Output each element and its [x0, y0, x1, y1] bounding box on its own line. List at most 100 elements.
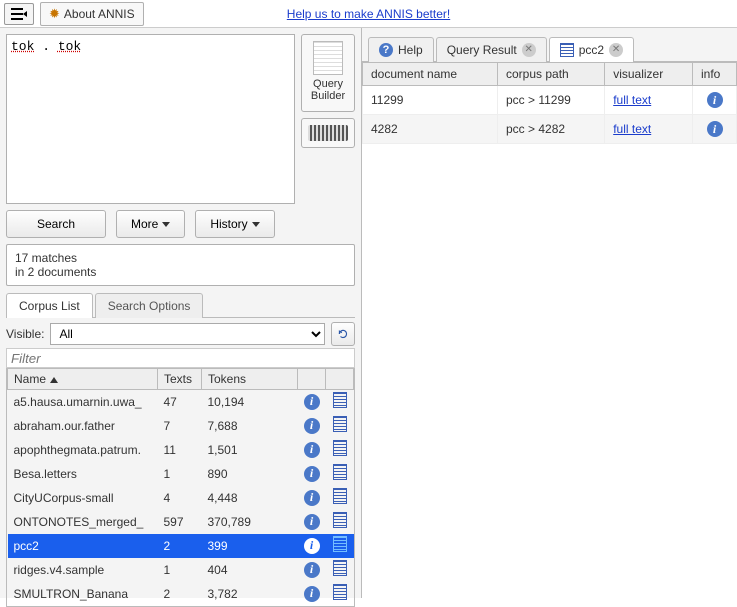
corpus-tokens: 890	[202, 462, 298, 486]
info-icon[interactable]: i	[304, 490, 320, 506]
info-icon[interactable]: i	[304, 394, 320, 410]
col-tokens[interactable]: Tokens	[202, 369, 298, 390]
query-builder-button[interactable]: QueryBuilder	[301, 34, 355, 112]
query-builder-label: QueryBuilder	[311, 78, 345, 102]
corpus-name: ridges.v4.sample	[8, 558, 158, 582]
more-button[interactable]: More	[116, 210, 185, 238]
close-icon[interactable]: ✕	[522, 43, 536, 57]
corpus-name: apophthegmata.patrum.	[8, 438, 158, 462]
visualizer-link[interactable]: full text	[613, 122, 651, 136]
corpus-texts: 47	[158, 390, 202, 414]
doc-name: 4282	[363, 115, 498, 144]
about-button[interactable]: ✹ About ANNIS	[40, 2, 144, 26]
corpus-name: a5.hausa.umarnin.uwa_	[8, 390, 158, 414]
info-icon[interactable]: i	[304, 562, 320, 578]
chevron-down-icon	[252, 222, 260, 227]
sort-asc-icon	[50, 377, 58, 383]
document-icon[interactable]	[333, 464, 347, 480]
corpus-tokens: 370,789	[202, 510, 298, 534]
col-document-name[interactable]: document name	[363, 63, 498, 86]
status-match-count: 17 matches	[15, 251, 346, 265]
chevron-down-icon	[162, 222, 170, 227]
document-icon[interactable]	[333, 560, 347, 576]
corpus-texts: 7	[158, 414, 202, 438]
history-button[interactable]: History	[195, 210, 274, 238]
info-icon[interactable]: i	[707, 121, 723, 137]
doc-name: 11299	[363, 86, 498, 115]
corpus-tokens: 1,501	[202, 438, 298, 462]
col-texts[interactable]: Texts	[158, 369, 202, 390]
query-editor[interactable]: tok . tok	[6, 34, 295, 204]
info-icon[interactable]: i	[304, 442, 320, 458]
visible-select[interactable]: All	[50, 323, 325, 345]
info-icon[interactable]: i	[304, 586, 320, 602]
document-icon[interactable]	[333, 488, 347, 504]
keyboard-icon	[308, 125, 348, 141]
table-row: 11299pcc > 11299 full text i	[363, 86, 737, 115]
document-icon[interactable]	[333, 440, 347, 456]
table-row[interactable]: ONTONOTES_merged_597370,789 i	[8, 510, 354, 534]
corpus-tokens: 10,194	[202, 390, 298, 414]
status-doc-count: in 2 documents	[15, 265, 346, 279]
corpus-table: Name Texts Tokens a5.hausa.umarnin.uwa_4…	[7, 368, 354, 606]
table-row[interactable]: apophthegmata.patrum.111,501 i	[8, 438, 354, 462]
document-icon[interactable]	[333, 536, 347, 552]
refresh-button[interactable]	[331, 322, 355, 346]
help-us-link[interactable]: Help us to make ANNIS better!	[287, 7, 450, 21]
tab-search-options[interactable]: Search Options	[95, 293, 204, 318]
document-icon[interactable]	[333, 512, 347, 528]
table-row[interactable]: Besa.letters1890i	[8, 462, 354, 486]
tab-current-corpus[interactable]: pcc2 ✕	[549, 37, 634, 62]
help-icon: ?	[379, 43, 393, 57]
table-row[interactable]: a5.hausa.umarnin.uwa_4710,194 i	[8, 390, 354, 414]
corpus-name: CityUCorpus-small	[8, 486, 158, 510]
about-label: About ANNIS	[64, 7, 135, 21]
tab-help[interactable]: ? Help	[368, 37, 434, 62]
search-button[interactable]: Search	[6, 210, 106, 238]
document-table: document name corpus path visualizer inf…	[362, 62, 737, 144]
col-info[interactable]: info	[693, 63, 737, 86]
col-name[interactable]: Name	[8, 369, 158, 390]
document-icon	[560, 43, 574, 57]
doc-path: pcc > 4282	[498, 115, 605, 144]
tab-query-result[interactable]: Query Result ✕	[436, 37, 547, 62]
col-visualizer[interactable]: visualizer	[605, 63, 693, 86]
table-row[interactable]: ridges.v4.sample1404 i	[8, 558, 354, 582]
corpus-texts: 1	[158, 558, 202, 582]
visualizer-link[interactable]: full text	[613, 93, 651, 107]
document-icon[interactable]	[333, 392, 347, 408]
tab-corpus-list[interactable]: Corpus List	[6, 293, 93, 318]
info-icon[interactable]: i	[304, 466, 320, 482]
corpus-texts: 597	[158, 510, 202, 534]
corpus-name: abraham.our.father	[8, 414, 158, 438]
info-icon[interactable]: i	[304, 418, 320, 434]
doc-path: pcc > 11299	[498, 86, 605, 115]
document-icon[interactable]	[333, 416, 347, 432]
corpus-filter-input[interactable]	[6, 348, 355, 368]
info-icon[interactable]: i	[304, 514, 320, 530]
corpus-name: SMULTRON_Banana	[8, 582, 158, 606]
corpus-name: ONTONOTES_merged_	[8, 510, 158, 534]
table-row[interactable]: abraham.our.father77,688 i	[8, 414, 354, 438]
table-row[interactable]: pcc22399i	[8, 534, 354, 558]
col-corpus-path[interactable]: corpus path	[498, 63, 605, 86]
document-icon	[313, 41, 343, 75]
corpus-texts: 11	[158, 438, 202, 462]
menu-toggle-button[interactable]	[4, 3, 34, 25]
info-icon[interactable]: i	[304, 538, 320, 554]
corpus-tokens: 7,688	[202, 414, 298, 438]
corpus-name: pcc2	[8, 534, 158, 558]
col-info	[298, 369, 326, 390]
col-doc	[326, 369, 354, 390]
corpus-tokens: 4,448	[202, 486, 298, 510]
virtual-keyboard-button[interactable]	[301, 118, 355, 148]
visible-label: Visible:	[6, 327, 44, 341]
table-row[interactable]: CityUCorpus-small44,448i	[8, 486, 354, 510]
status-box: 17 matches in 2 documents	[6, 244, 355, 286]
close-icon[interactable]: ✕	[609, 43, 623, 57]
info-icon[interactable]: i	[707, 92, 723, 108]
table-row[interactable]: SMULTRON_Banana23,782i	[8, 582, 354, 606]
corpus-tokens: 3,782	[202, 582, 298, 606]
corpus-tokens: 404	[202, 558, 298, 582]
corpus-texts: 2	[158, 534, 202, 558]
